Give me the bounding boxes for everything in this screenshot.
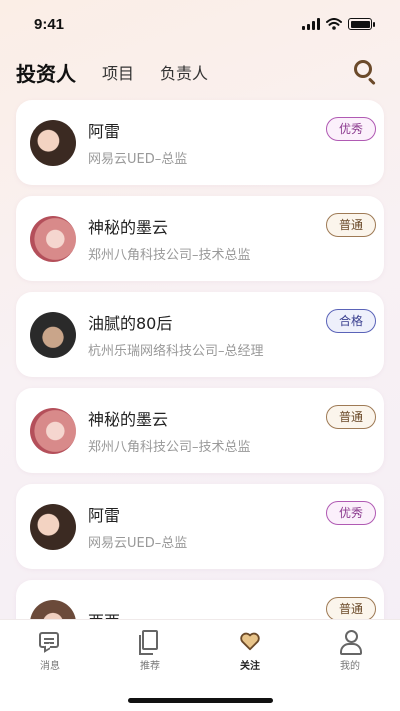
avatar <box>30 119 76 166</box>
search-icon[interactable] <box>352 58 380 86</box>
top-tabs: 投资人 项目 负责人 <box>16 52 380 92</box>
list-item[interactable]: 油腻的80后 杭州乐瑞网络科技公司–总经理 合格 <box>16 292 384 377</box>
status-badge: 普通 <box>325 213 376 237</box>
status-time: 9:41 <box>34 15 65 33</box>
user-icon <box>339 630 362 655</box>
avatar <box>30 311 76 358</box>
status-badge: 优秀 <box>325 501 376 525</box>
recommend-icon <box>139 630 161 655</box>
status-icons <box>302 18 375 30</box>
status-bar: 9:41 <box>0 0 400 48</box>
status-badge: 合格 <box>325 309 376 333</box>
avatar <box>30 215 76 262</box>
tab-label: 我的 <box>340 661 360 672</box>
avatar <box>30 407 76 454</box>
item-desc: 杭州乐瑞网络科技公司–总经理 <box>88 344 264 359</box>
list-item[interactable]: 阿雷 网易云UED–总监 优秀 <box>16 484 384 569</box>
tab-manager[interactable]: 负责人 <box>160 60 208 84</box>
message-icon <box>39 630 61 652</box>
status-badge: 普通 <box>325 597 376 621</box>
battery-icon <box>348 18 375 30</box>
item-desc: 网易云UED–总监 <box>88 536 188 551</box>
investor-list: 阿雷 网易云UED–总监 优秀 神秘的墨云 郑州八角科技公司–技术总监 普通 油… <box>16 100 384 676</box>
avatar <box>30 503 76 550</box>
tab-mine[interactable]: 我的 <box>300 630 400 680</box>
tab-label: 推荐 <box>140 661 160 672</box>
tab-recommend[interactable]: 推荐 <box>100 630 200 680</box>
wifi-icon <box>326 18 342 30</box>
tab-project[interactable]: 项目 <box>102 60 134 84</box>
list-item[interactable]: 神秘的墨云 郑州八角科技公司–技术总监 普通 <box>16 196 384 281</box>
status-badge: 优秀 <box>325 117 376 141</box>
tab-follow[interactable]: 关注 <box>200 630 300 680</box>
tab-message[interactable]: 消息 <box>0 630 100 680</box>
home-indicator <box>128 698 273 703</box>
tab-label: 消息 <box>40 661 60 672</box>
signal-icon <box>302 18 320 30</box>
tab-label: 关注 <box>240 661 260 672</box>
list-item[interactable]: 阿雷 网易云UED–总监 优秀 <box>16 100 384 185</box>
heart-icon <box>239 630 261 652</box>
item-desc: 郑州八角科技公司–技术总监 <box>88 440 251 455</box>
status-badge: 普通 <box>325 405 376 429</box>
item-desc: 网易云UED–总监 <box>88 152 188 167</box>
bottom-tabbar: 消息 推荐 关注 我的 <box>0 619 400 711</box>
list-item[interactable]: 神秘的墨云 郑州八角科技公司–技术总监 普通 <box>16 388 384 473</box>
item-desc: 郑州八角科技公司–技术总监 <box>88 248 251 263</box>
tab-investor[interactable]: 投资人 <box>16 58 76 87</box>
